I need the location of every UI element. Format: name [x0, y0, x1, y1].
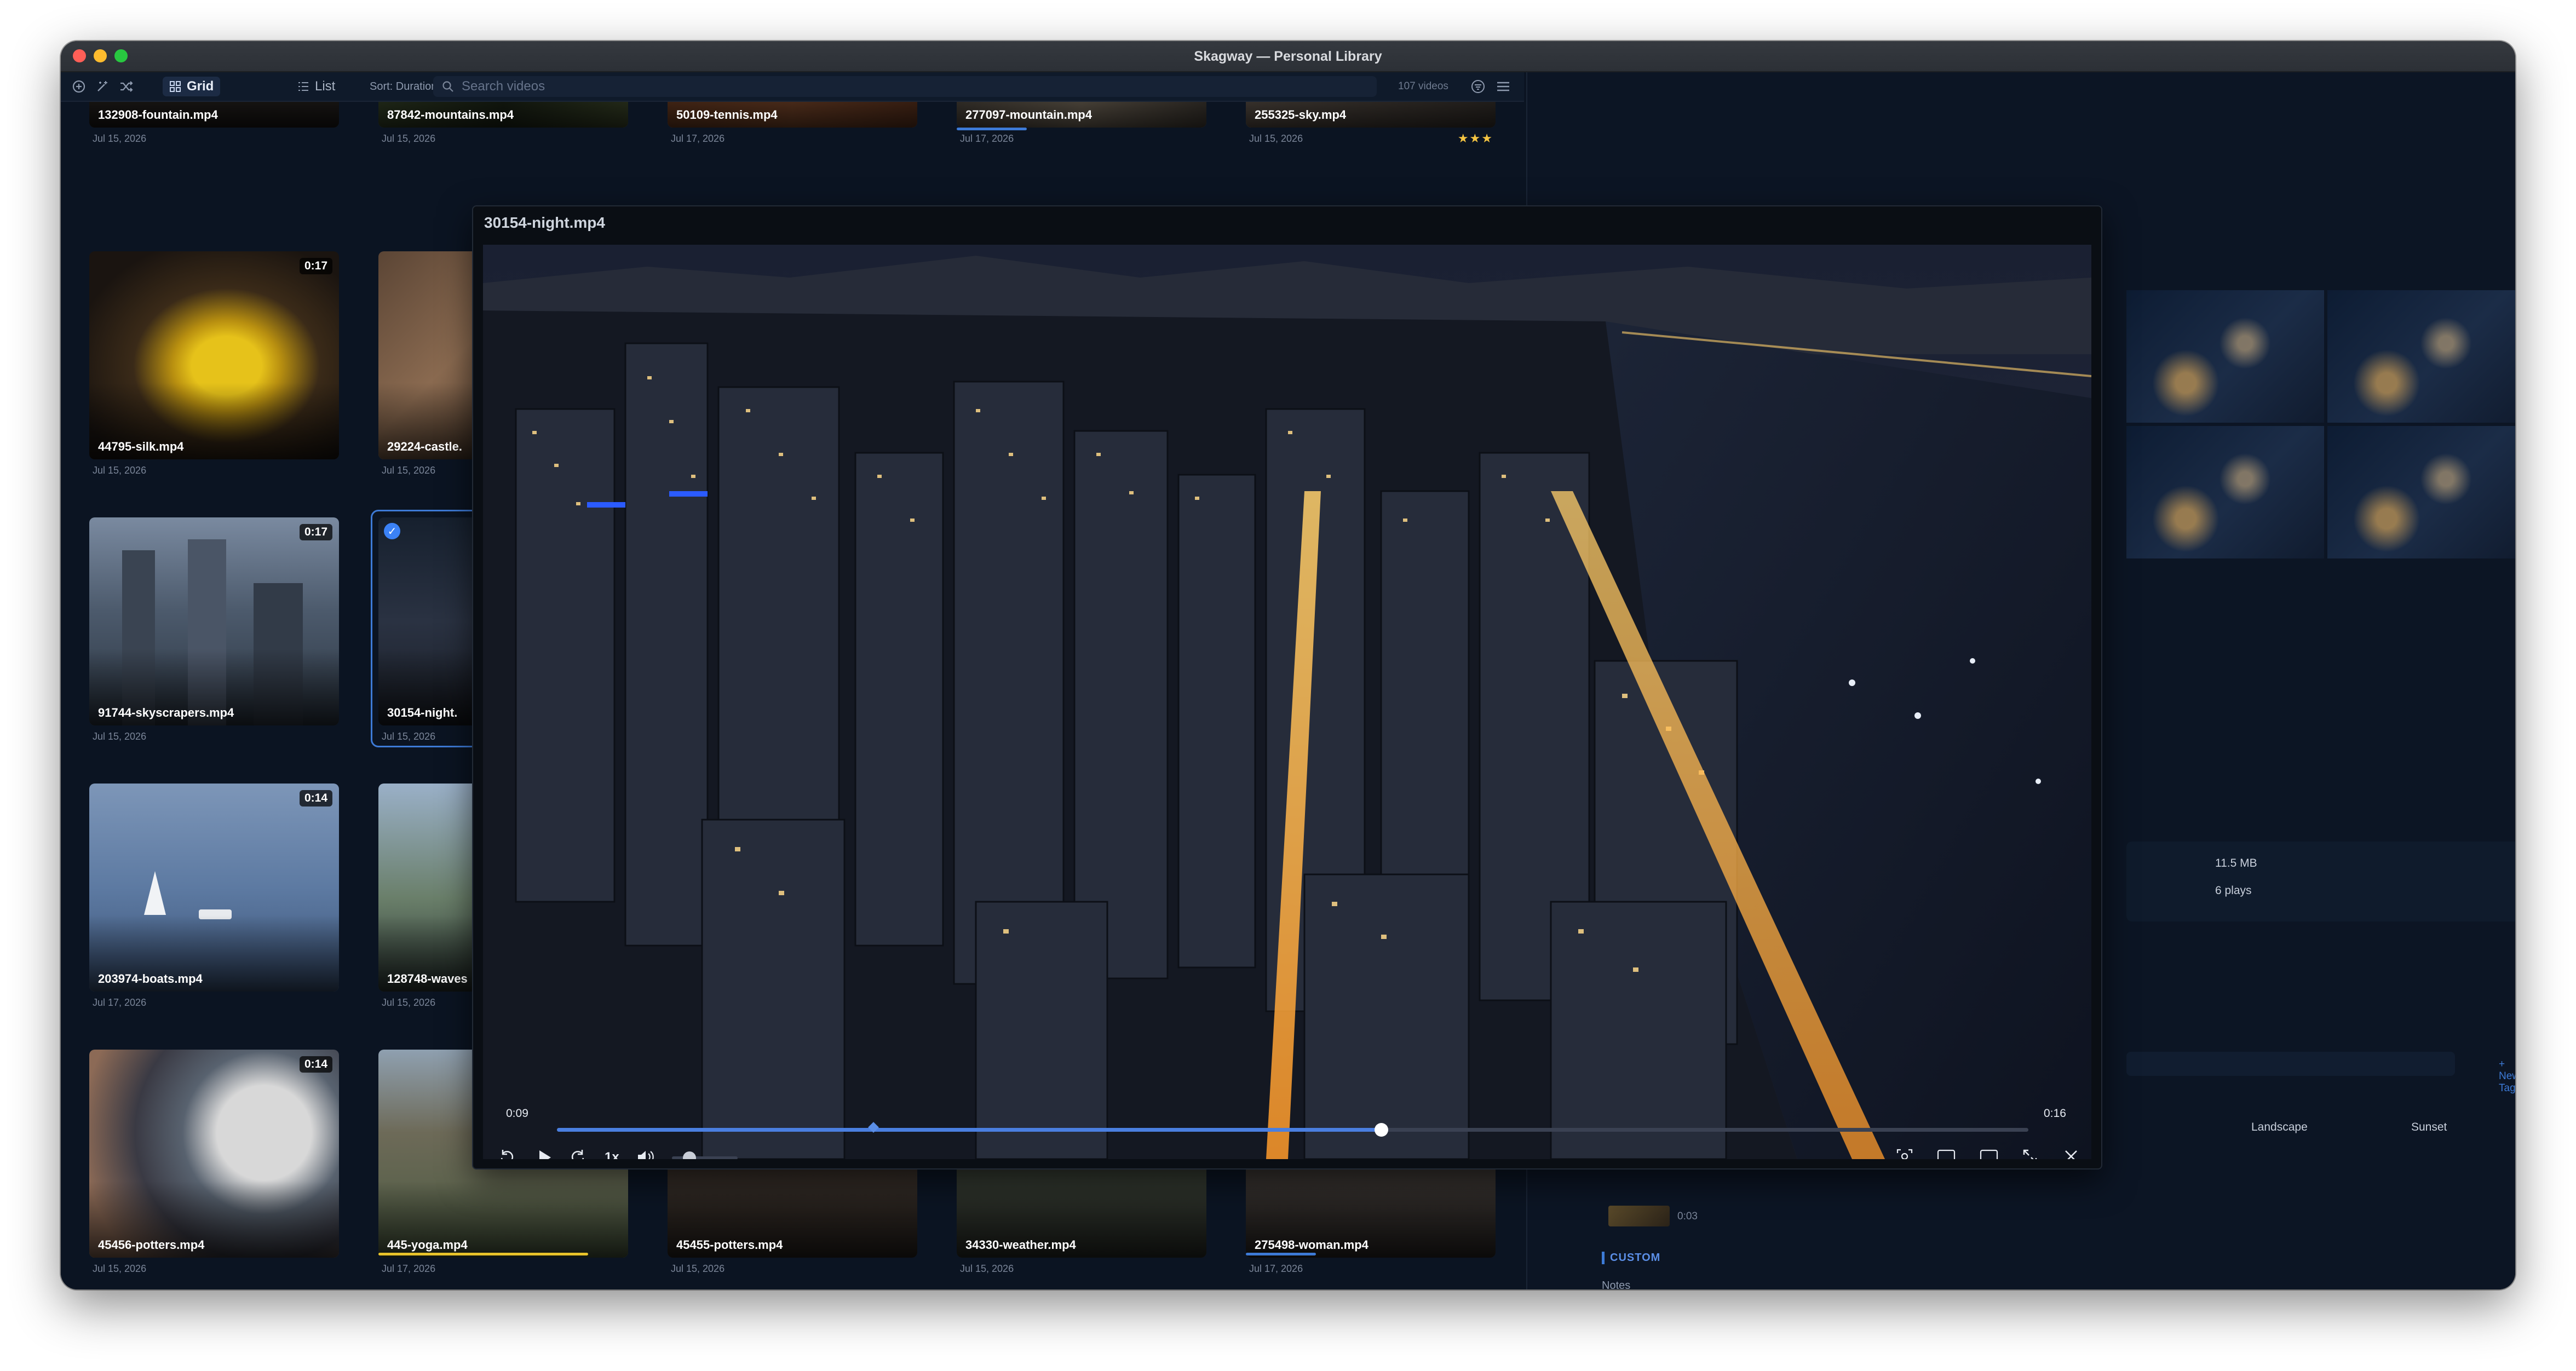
- video-date: Jul 15, 2026: [671, 1263, 725, 1274]
- search-icon: [442, 81, 453, 92]
- duration-badge: 0:17: [299, 258, 332, 274]
- video-filename: 34330-weather.mp4: [965, 1238, 1076, 1252]
- shuffle-icon[interactable]: [119, 72, 134, 101]
- add-icon[interactable]: [72, 72, 86, 101]
- video-thumbnail: 50109-tennis.mp4: [668, 102, 917, 128]
- video-date: Jul 15, 2026: [93, 731, 147, 742]
- watch-progress: [378, 1253, 589, 1255]
- preview-mosaic: [2126, 290, 2515, 558]
- video-player-window[interactable]: 30154-night.mp4 0:09 0:16 1x: [472, 205, 2102, 1170]
- video-thumbnail: 0:14 45456-potters.mp4: [89, 1050, 339, 1258]
- video-filename: 203974-boats.mp4: [98, 972, 203, 986]
- video-date: Jul 15, 2026: [382, 997, 436, 1008]
- video-thumbnail: 132908-fountain.mp4: [89, 102, 339, 128]
- video-filename: 45455-potters.mp4: [676, 1238, 783, 1252]
- scrub-handle[interactable]: [1374, 1123, 1388, 1137]
- grid-icon: [170, 81, 181, 92]
- video-filename: 275498-woman.mp4: [1255, 1238, 1369, 1252]
- volume-slider[interactable]: [672, 1151, 738, 1159]
- playback-speed[interactable]: 1x: [605, 1150, 619, 1159]
- video-date: Jul 15, 2026: [382, 465, 436, 476]
- play-count: 6 plays: [2215, 884, 2252, 897]
- notes-label: Notes: [1602, 1280, 1631, 1289]
- video-date: Jul 17, 2026: [93, 997, 147, 1008]
- current-time: 0:09: [506, 1107, 528, 1120]
- volume-handle[interactable]: [682, 1151, 696, 1159]
- video-filename: 29224-castle.: [387, 440, 462, 453]
- video-date: Jul 17, 2026: [1249, 1263, 1303, 1274]
- toolbar: Grid List Sort: Duration 107 videos: [61, 72, 1524, 102]
- tag-landscape[interactable]: Landscape: [2251, 1121, 2308, 1134]
- video-filename: 44795-silk.mp4: [98, 440, 184, 453]
- video-date: Jul 15, 2026: [1249, 133, 1303, 144]
- video-thumbnail: 87842-mountains.mp4: [378, 102, 628, 128]
- filter-icon[interactable]: [1470, 72, 1486, 101]
- watch-progress: [957, 128, 1027, 130]
- file-info: 11.5 MB 6 plays: [2126, 842, 2515, 921]
- list-view-button[interactable]: List: [291, 77, 342, 96]
- search-input[interactable]: [461, 78, 1339, 95]
- video-thumbnail: 277097-mountain.mp4: [957, 102, 1206, 128]
- sort-label: Sort: Duration: [370, 80, 438, 93]
- file-size: 11.5 MB: [2215, 857, 2257, 869]
- duration-badge: 0:17: [299, 524, 332, 540]
- video-filename: 277097-mountain.mp4: [965, 108, 1092, 122]
- rating-stars[interactable]: ★★★: [1458, 131, 1493, 146]
- video-filename: 30154-night.: [387, 706, 458, 719]
- video-filename: 255325-sky.mp4: [1255, 108, 1347, 122]
- custom-section-label: CUSTOM: [1602, 1252, 1660, 1264]
- city-night-scene: [483, 245, 2091, 1159]
- video-date: Jul 15, 2026: [93, 133, 147, 144]
- checkmark-icon[interactable]: ✓: [384, 523, 400, 539]
- video-date: Jul 15, 2026: [382, 133, 436, 144]
- video-filename: 132908-fountain.mp4: [98, 108, 218, 122]
- grid-view-label: Grid: [187, 79, 214, 94]
- video-date: Jul 15, 2026: [382, 731, 436, 742]
- search-field[interactable]: [433, 76, 1377, 97]
- new-tag-button[interactable]: + New Tag: [2499, 1058, 2515, 1095]
- title-bar: Skagway — Personal Library: [61, 41, 2515, 72]
- video-date: Jul 17, 2026: [382, 1263, 436, 1274]
- scrub-bar[interactable]: [557, 1122, 2028, 1137]
- video-filename: 45456-potters.mp4: [98, 1238, 205, 1252]
- watch-progress: [1246, 1253, 1316, 1255]
- video-thumbnail: 0:17 44795-silk.mp4: [89, 251, 339, 459]
- video-thumbnail: 0:17 91744-skyscrapers.mp4: [89, 517, 339, 725]
- menu-icon[interactable]: [1496, 72, 1511, 101]
- video-date: Jul 15, 2026: [93, 465, 147, 476]
- video-date: Jul 17, 2026: [960, 133, 1014, 144]
- video-frame[interactable]: 0:09 0:16 1x: [483, 245, 2091, 1159]
- video-filename: 91744-skyscrapers.mp4: [98, 706, 234, 719]
- total-time: 0:16: [2044, 1107, 2066, 1120]
- list-icon: [298, 82, 308, 91]
- video-count: 107 videos: [1398, 80, 1448, 92]
- bookmark-time: 0:03: [1677, 1211, 1698, 1222]
- player-title: 30154-night.mp4: [484, 214, 605, 231]
- video-filename: 50109-tennis.mp4: [676, 108, 778, 122]
- video-date: Jul 15, 2026: [93, 1263, 147, 1274]
- duration-badge: 0:14: [299, 1056, 332, 1073]
- video-thumbnail: 0:14 203974-boats.mp4: [89, 784, 339, 992]
- grid-view-button[interactable]: Grid: [163, 77, 221, 96]
- tag-input[interactable]: [2126, 1052, 2455, 1076]
- tag-sunset[interactable]: Sunset: [2411, 1121, 2447, 1134]
- video-thumbnail: 255325-sky.mp4: [1246, 102, 1496, 128]
- bookmark-thumbnail[interactable]: [1608, 1206, 1670, 1226]
- video-filename: 128748-waves: [387, 972, 468, 986]
- duration-badge: 0:14: [299, 790, 332, 807]
- video-filename: 445-yoga.mp4: [387, 1238, 468, 1252]
- list-view-label: List: [315, 79, 336, 94]
- video-date: Jul 17, 2026: [671, 133, 725, 144]
- video-filename: 87842-mountains.mp4: [387, 108, 514, 122]
- scrub-progress: [557, 1128, 1381, 1132]
- window-title: Skagway — Personal Library: [1194, 49, 1382, 64]
- magic-wand-icon[interactable]: [95, 72, 110, 101]
- video-date: Jul 15, 2026: [960, 1263, 1014, 1274]
